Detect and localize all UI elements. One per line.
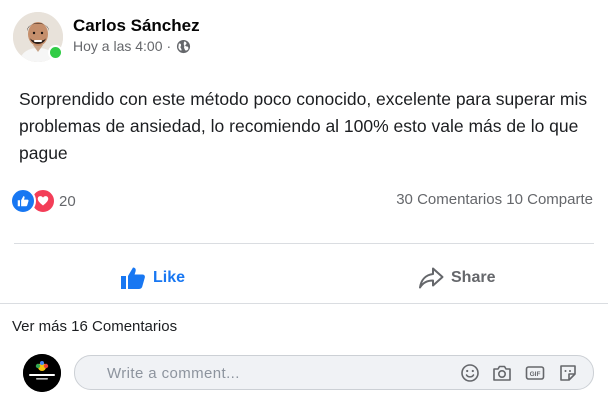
post-header: Carlos Sánchez Hoy a las 4:00 ·	[13, 12, 603, 66]
commenter-avatar[interactable]	[23, 354, 61, 392]
like-button[interactable]: Like	[120, 262, 185, 294]
comment-input[interactable]	[105, 362, 439, 384]
reaction-count: 20	[59, 192, 76, 210]
post-timestamp[interactable]: Hoy a las 4:00	[73, 38, 163, 54]
share-button[interactable]: Share	[418, 262, 495, 294]
like-label: Like	[153, 269, 186, 286]
globe-icon[interactable]	[176, 39, 191, 54]
online-status-dot	[48, 45, 63, 60]
emoji-icon[interactable]	[459, 362, 481, 384]
sticker-icon[interactable]	[557, 362, 579, 384]
comment-count-link[interactable]: 30 Comentarios	[396, 191, 502, 208]
brand-logo-icon	[23, 354, 61, 392]
thumbs-up-icon	[121, 267, 145, 289]
share-arrow-icon	[419, 267, 444, 289]
author-avatar[interactable]	[13, 12, 63, 62]
comment-composer[interactable]: GIF	[74, 355, 594, 390]
share-count-link[interactable]: 10 Comparte	[506, 191, 593, 208]
post-meta: Hoy a las 4:00 ·	[73, 38, 191, 54]
divider	[0, 303, 608, 304]
engagement-counts: 30 Comentarios 10 Comparte	[396, 191, 593, 208]
post-body-text: Sorprendido con este método poco conocid…	[19, 89, 588, 163]
svg-text:GIF: GIF	[530, 371, 541, 378]
divider	[14, 243, 594, 244]
like-reaction-icon	[10, 188, 36, 214]
meta-separator: ·	[166, 38, 172, 54]
view-more-comments-link[interactable]: Ver más 16 Comentarios	[12, 318, 177, 335]
camera-icon[interactable]	[491, 362, 513, 384]
gif-icon[interactable]: GIF	[524, 362, 546, 384]
author-name[interactable]: Carlos Sánchez	[73, 16, 200, 36]
reactions-summary[interactable]: 20	[10, 188, 76, 214]
share-label: Share	[451, 269, 496, 286]
